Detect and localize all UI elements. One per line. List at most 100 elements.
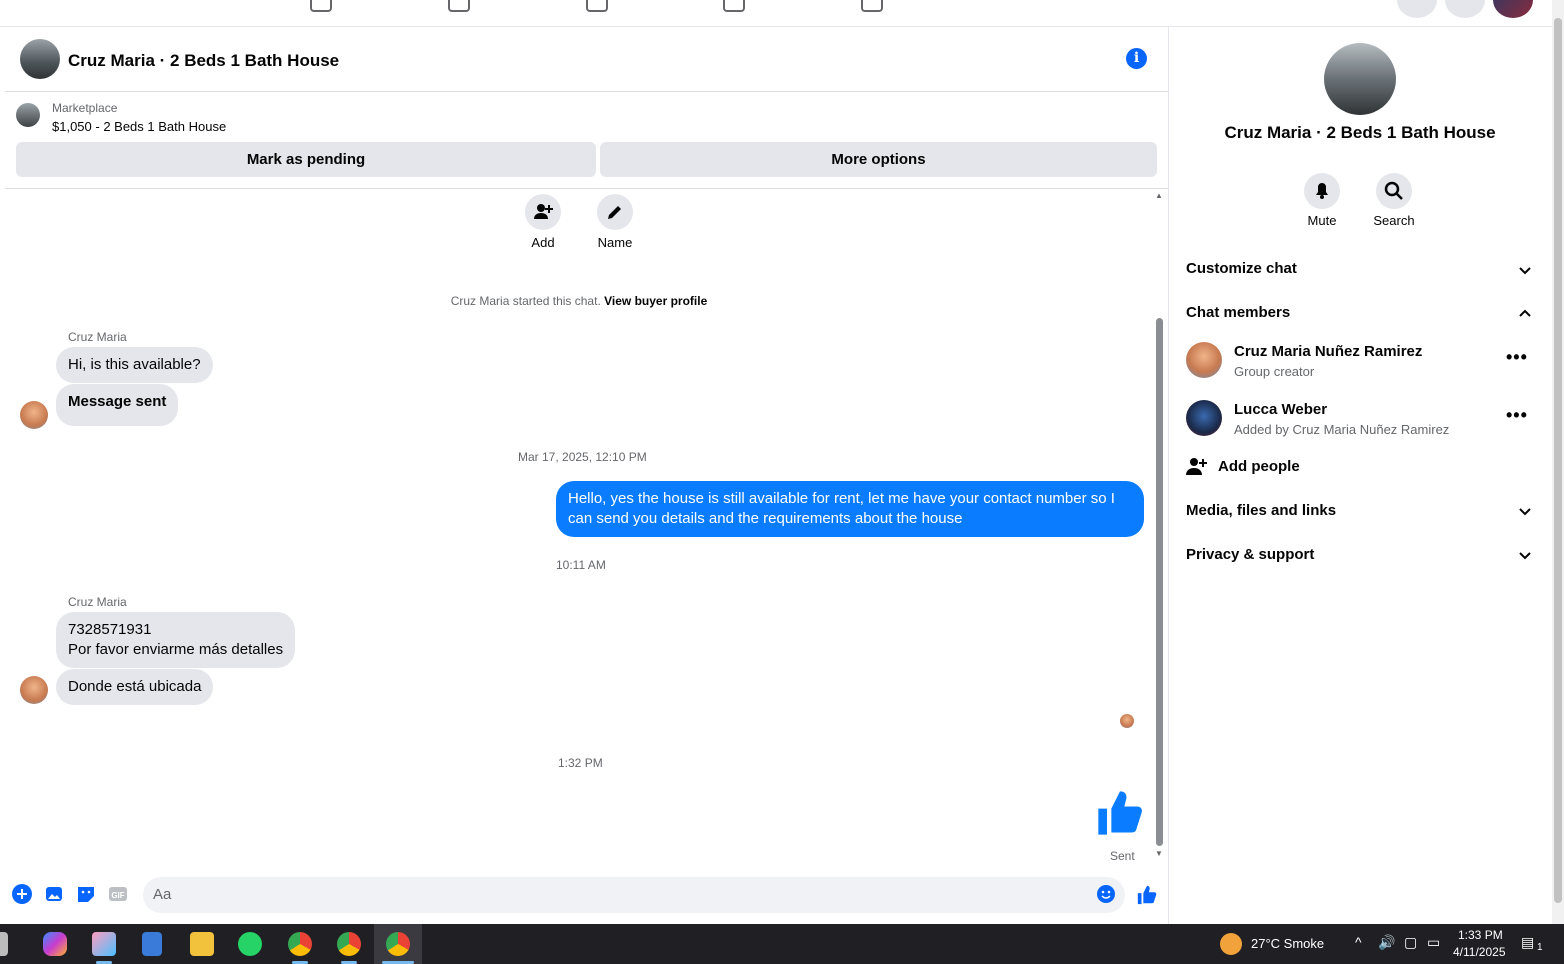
search-icon[interactable] [1376, 173, 1412, 209]
view-buyer-profile-link[interactable]: View buyer profile [604, 294, 707, 308]
more-icon[interactable]: ••• [1506, 405, 1528, 426]
member-role: Added by Cruz Maria Nuñez Ramirez [1234, 422, 1450, 437]
friends-icon[interactable] [448, 0, 470, 12]
bell-icon[interactable] [1304, 173, 1340, 209]
sender-name: Cruz Maria [68, 595, 127, 609]
notification-count: 1 [1537, 942, 1543, 953]
volume-icon[interactable]: 🔊 [1378, 934, 1395, 951]
add-person-icon [1186, 458, 1207, 475]
chat-title[interactable]: Cruz Maria · 2 Beds 1 Bath House [68, 51, 339, 71]
sender-name: Cruz Maria [68, 330, 127, 344]
member-avatar[interactable] [1186, 342, 1222, 378]
chat-members-row[interactable]: Chat members [1186, 304, 1290, 321]
notifications-button[interactable] [1445, 0, 1485, 18]
calculator-icon[interactable] [142, 932, 162, 956]
divider [5, 188, 1169, 189]
info-icon[interactable]: i [1126, 48, 1147, 69]
message-bubble-incoming[interactable]: Message sent [56, 384, 179, 426]
message-input[interactable]: Aa [143, 877, 1125, 913]
whatsapp-icon[interactable] [238, 932, 262, 956]
member-name[interactable]: Lucca Weber [1234, 401, 1327, 418]
gif-icon[interactable]: GIF [108, 884, 128, 904]
message-bubble-incoming[interactable]: Donde está ubicada [56, 669, 214, 705]
messages-scrollbar[interactable]: ▲ ▼ [1154, 192, 1164, 858]
chat-started-notice: Cruz Maria started this chat. View buyer… [5, 294, 1153, 308]
clock-time[interactable]: 1:33 PM [1458, 928, 1503, 942]
message-bubble-outgoing[interactable]: Hello, yes the house is still available … [556, 481, 1144, 537]
page-scrollbar[interactable] [1552, 0, 1564, 924]
chrome-icon[interactable] [288, 932, 312, 956]
seen-indicator-avatar [1120, 714, 1134, 728]
chevron-down-icon[interactable] [1518, 264, 1532, 278]
message-bubble-incoming[interactable]: 7328571931 Por favor enviarme más detall… [56, 612, 296, 668]
sticker-icon[interactable] [76, 884, 96, 904]
weather-text[interactable]: 27°C Smoke [1251, 936, 1324, 951]
chat-header: Cruz Maria · 2 Beds 1 Bath House i [5, 27, 1169, 92]
more-options-button[interactable]: More options [600, 142, 1157, 177]
message-bubble-incoming[interactable]: Hi, is this available? [56, 347, 213, 383]
scroll-down-arrow[interactable]: ▼ [1154, 850, 1164, 858]
pencil-icon[interactable] [597, 194, 633, 230]
chat-started-text: Cruz Maria started this chat. [450, 294, 601, 308]
meet-icon[interactable]: ▢ [1404, 934, 1417, 951]
account-avatar[interactable] [1493, 0, 1533, 18]
chevron-up-icon[interactable] [1518, 306, 1532, 320]
photo-icon[interactable] [44, 884, 64, 904]
chevron-down-icon[interactable] [1518, 549, 1532, 563]
thumbs-up-icon[interactable] [1094, 787, 1146, 844]
chrome-icon[interactable] [386, 932, 410, 956]
listing-thumbnail[interactable] [16, 103, 40, 127]
privacy-support-row[interactable]: Privacy & support [1186, 546, 1314, 563]
file-explorer-icon[interactable] [190, 932, 214, 956]
plus-icon[interactable] [12, 884, 32, 904]
composer: GIF Aa [5, 874, 1169, 918]
add-label: Add [531, 235, 555, 250]
member-role: Group creator [1234, 364, 1315, 379]
member-avatar[interactable] [1186, 400, 1222, 436]
sender-avatar[interactable] [20, 401, 48, 429]
chevron-down-icon[interactable] [1518, 505, 1532, 519]
weather-icon[interactable] [1220, 933, 1242, 955]
listing-price[interactable]: $1,050 - 2 Beds 1 Bath House [52, 119, 226, 134]
chat-photo[interactable] [1324, 43, 1396, 115]
copilot-icon[interactable] [43, 932, 67, 956]
more-icon[interactable]: ••• [1506, 347, 1528, 368]
page-scroll-thumb[interactable] [1554, 18, 1562, 903]
video-icon[interactable] [586, 0, 608, 12]
mute-label: Mute [1307, 213, 1337, 228]
message-line: 7328571931 [68, 621, 152, 638]
notification-icon[interactable]: ▤ [1521, 934, 1534, 951]
chat-panel: Cruz Maria · 2 Beds 1 Bath House i Marke… [5, 27, 1169, 924]
sender-avatar[interactable] [20, 676, 48, 704]
mark-as-pending-button[interactable]: Mark as pending [16, 142, 596, 177]
chat-details-panel: Cruz Maria · 2 Beds 1 Bath House Mute Se… [1170, 27, 1552, 924]
add-person-icon[interactable] [525, 194, 561, 230]
start-icon[interactable] [0, 932, 8, 956]
member-name[interactable]: Cruz Maria Nuñez Ramirez [1234, 343, 1422, 360]
chat-thumbnail[interactable] [20, 39, 60, 79]
marketplace-banner: Marketplace $1,050 - 2 Beds 1 Bath House… [5, 93, 1169, 189]
message-line: Por favor enviarme más detalles [68, 641, 284, 658]
gaming-icon[interactable] [861, 0, 883, 12]
name-label: Name [597, 235, 633, 250]
timestamp: 1:32 PM [558, 756, 603, 770]
chevron-up-icon[interactable]: ^ [1355, 934, 1362, 950]
customize-chat-row[interactable]: Customize chat [1186, 260, 1297, 277]
paint-icon[interactable] [92, 932, 116, 956]
chat-name: Cruz Maria · 2 Beds 1 Bath House [1224, 123, 1496, 142]
top-navigation [0, 0, 1564, 27]
scroll-thumb[interactable] [1156, 318, 1163, 846]
home-icon[interactable] [310, 0, 332, 12]
clock-date[interactable]: 4/11/2025 [1453, 945, 1506, 959]
network-icon[interactable]: ▭ [1427, 934, 1440, 951]
menu-grid-button[interactable] [1397, 0, 1437, 18]
add-people-button[interactable]: Add people [1218, 458, 1300, 475]
media-files-links-row[interactable]: Media, files and links [1186, 502, 1336, 519]
search-label: Search [1373, 213, 1415, 228]
chrome-icon[interactable] [337, 932, 361, 956]
scroll-up-arrow[interactable]: ▲ [1154, 192, 1164, 200]
sent-status: Sent [1110, 849, 1135, 863]
emoji-icon[interactable] [1096, 884, 1116, 904]
like-icon[interactable] [1136, 884, 1157, 905]
marketplace-icon[interactable] [723, 0, 745, 12]
